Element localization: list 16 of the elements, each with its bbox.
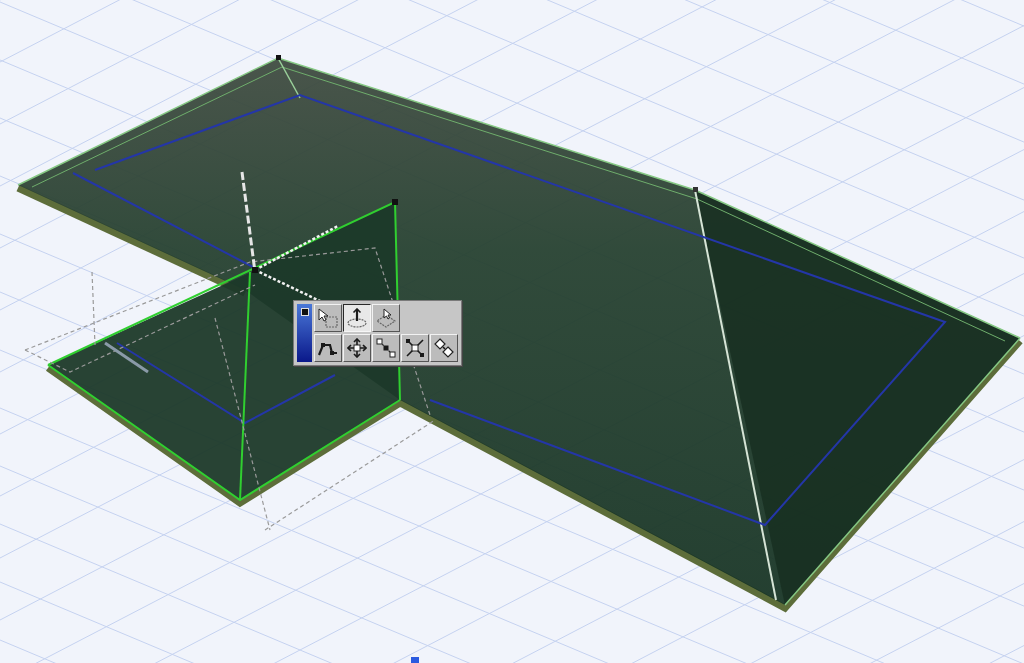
pointer-rhombus-icon <box>376 308 396 328</box>
node-pair-icon <box>434 338 454 358</box>
marker-icon <box>411 657 419 663</box>
node-marker-icon <box>252 267 258 273</box>
vertical-arrow-icon <box>347 308 367 328</box>
pointer-square-icon <box>318 308 338 328</box>
node-marker-icon <box>693 187 698 192</box>
palette-button[interactable] <box>343 304 371 332</box>
axis-line <box>104 341 149 374</box>
node-marker-icon <box>276 55 281 60</box>
palette-handle[interactable] <box>297 304 312 362</box>
node-chain-icon <box>376 338 396 358</box>
close-button[interactable] <box>300 308 309 316</box>
move-icon <box>347 338 367 358</box>
node-cross-icon <box>405 338 425 358</box>
node-marker-icon <box>392 199 398 205</box>
